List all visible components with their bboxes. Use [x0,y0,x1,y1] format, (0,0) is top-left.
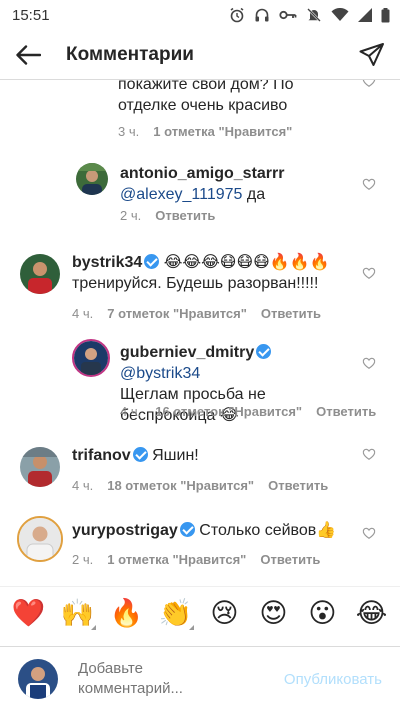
like-heart-icon[interactable] [362,447,376,461]
emoji-raised-hands-button[interactable]: 🙌 [56,593,100,633]
comment-likes-link[interactable]: 1 отметка "Нравится" [107,552,246,567]
status-time: 15:51 [12,6,50,24]
comment-time: 2 ч. [120,208,142,223]
status-icons [229,7,390,23]
emoji-heart-eyes-button[interactable]: 😍 [252,593,296,633]
reply-button[interactable]: Ответить [261,306,321,321]
emoji-heart-button[interactable]: ❤️ [7,593,51,633]
comment-item: покажите свой дом? По отделке очень крас… [0,80,400,140]
comment-time: 3 ч. [118,124,140,139]
emoji-clap-button[interactable]: 👏 [154,593,198,633]
comment-meta: 4 ч. 16 отметок "Нравится" Ответить [120,404,376,419]
like-heart-icon[interactable] [362,266,376,280]
emoji-sad-button[interactable]: 😢 [203,593,247,633]
comment-username[interactable]: antonio_amigo_starrr [120,165,284,182]
comment-username[interactable]: guberniev_dmitry [120,344,254,361]
comment-likes-link[interactable]: 16 отметок "Нравится" [155,404,302,419]
like-heart-icon[interactable] [362,80,376,88]
comment-likes-link[interactable]: 7 отметок "Нравится" [107,306,247,321]
comments-list[interactable]: покажите свой дом? По отделке очень крас… [0,80,400,585]
emoji-wow-button[interactable]: 😮 [301,593,345,633]
comment-time: 4 ч. [120,404,142,419]
like-heart-icon[interactable] [362,526,376,540]
publish-button[interactable]: Опубликовать [284,671,382,688]
alarm-icon [230,7,244,23]
reply-button[interactable]: Ответить [316,404,376,419]
avatar [18,659,58,699]
comment-item: trifanov Яшин! 4 ч. 18 отметок "Нравится… [0,432,400,504]
verified-badge-icon [132,447,148,462]
key-icon [279,10,297,20]
comment-item: guberniev_dmitry @bystrik34 Щеглам прось… [0,330,400,428]
comment-username[interactable]: bystrik34 [72,254,142,271]
comment-text: trifanov Яшин! [72,447,199,464]
wifi-icon [331,8,349,21]
comment-text: bystrik34 😂😂😂😷😷😷🔥🔥🔥 тренируйся. Будешь р… [72,254,330,292]
comment-item: bystrik34 😂😂😂😷😷😷🔥🔥🔥 тренируйся. Будешь р… [0,238,400,328]
comment-meta: 4 ч. 7 отметок "Нравится" Ответить [72,306,321,321]
emoji-laugh-button[interactable]: 😂 [350,593,394,633]
mute-icon [307,8,321,22]
like-heart-icon[interactable] [362,177,376,191]
comment-text: покажите свой дом? По отделке очень крас… [118,80,294,114]
comment-meta: 4 ч. 18 отметок "Нравится" Ответить [72,478,328,493]
verified-badge-icon [144,254,160,269]
comment-time: 4 ч. [72,306,94,321]
status-bar: 15:51 [0,0,400,30]
avatar[interactable] [20,447,60,487]
comment-likes-link[interactable]: 18 отметок "Нравится" [107,478,254,493]
comment-time: 2 ч. [72,552,94,567]
back-button[interactable] [0,30,56,80]
comment-composer: Опубликовать [0,646,400,711]
avatar[interactable] [76,163,108,195]
signal-icon [358,8,372,22]
comment-time: 4 ч. [72,478,94,493]
comment-meta: 3 ч. 1 отметка "Нравится" [118,124,292,139]
comment-text: antonio_amigo_starrr @alexey_111975 да [120,165,285,203]
verified-badge-icon [256,344,272,359]
headphones-icon [255,8,269,22]
like-heart-icon[interactable] [362,356,376,370]
comment-item: yurypostrigay Столько сейвов👍 2 ч. 1 отм… [0,506,400,585]
reply-button[interactable]: Ответить [155,208,215,223]
battery-icon [381,7,390,22]
emoji-quick-bar: ❤️ 🙌 🔥 👏 😢 😍 😮 😂 [0,586,400,638]
comment-item: antonio_amigo_starrr @alexey_111975 да 2… [0,150,400,230]
comment-input[interactable] [78,659,248,699]
reply-button[interactable]: Ответить [268,478,328,493]
comment-username[interactable]: yurypostrigay [72,522,178,539]
emoji-fire-button[interactable]: 🔥 [105,593,149,633]
avatar[interactable] [72,339,110,377]
comment-mention[interactable]: @alexey_111975 [120,186,242,203]
page-title: Комментарии [66,43,194,65]
avatar[interactable] [17,516,63,562]
comment-meta: 2 ч. Ответить [120,208,215,223]
reply-button[interactable]: Ответить [260,552,320,567]
comment-likes-link[interactable]: 1 отметка "Нравится" [153,124,292,139]
verified-badge-icon [179,522,195,537]
comment-meta: 2 ч. 1 отметка "Нравится" Ответить [72,552,320,567]
comment-text: yurypostrigay Столько сейвов👍 [72,522,337,539]
paper-plane-icon [359,42,384,66]
arrow-left-icon [16,44,41,65]
comment-username[interactable]: trifanov [72,447,131,464]
avatar[interactable] [20,254,60,294]
header: Комментарии [0,30,400,80]
share-button[interactable] [344,30,400,80]
comment-mention[interactable]: @bystrik34 [120,365,200,382]
